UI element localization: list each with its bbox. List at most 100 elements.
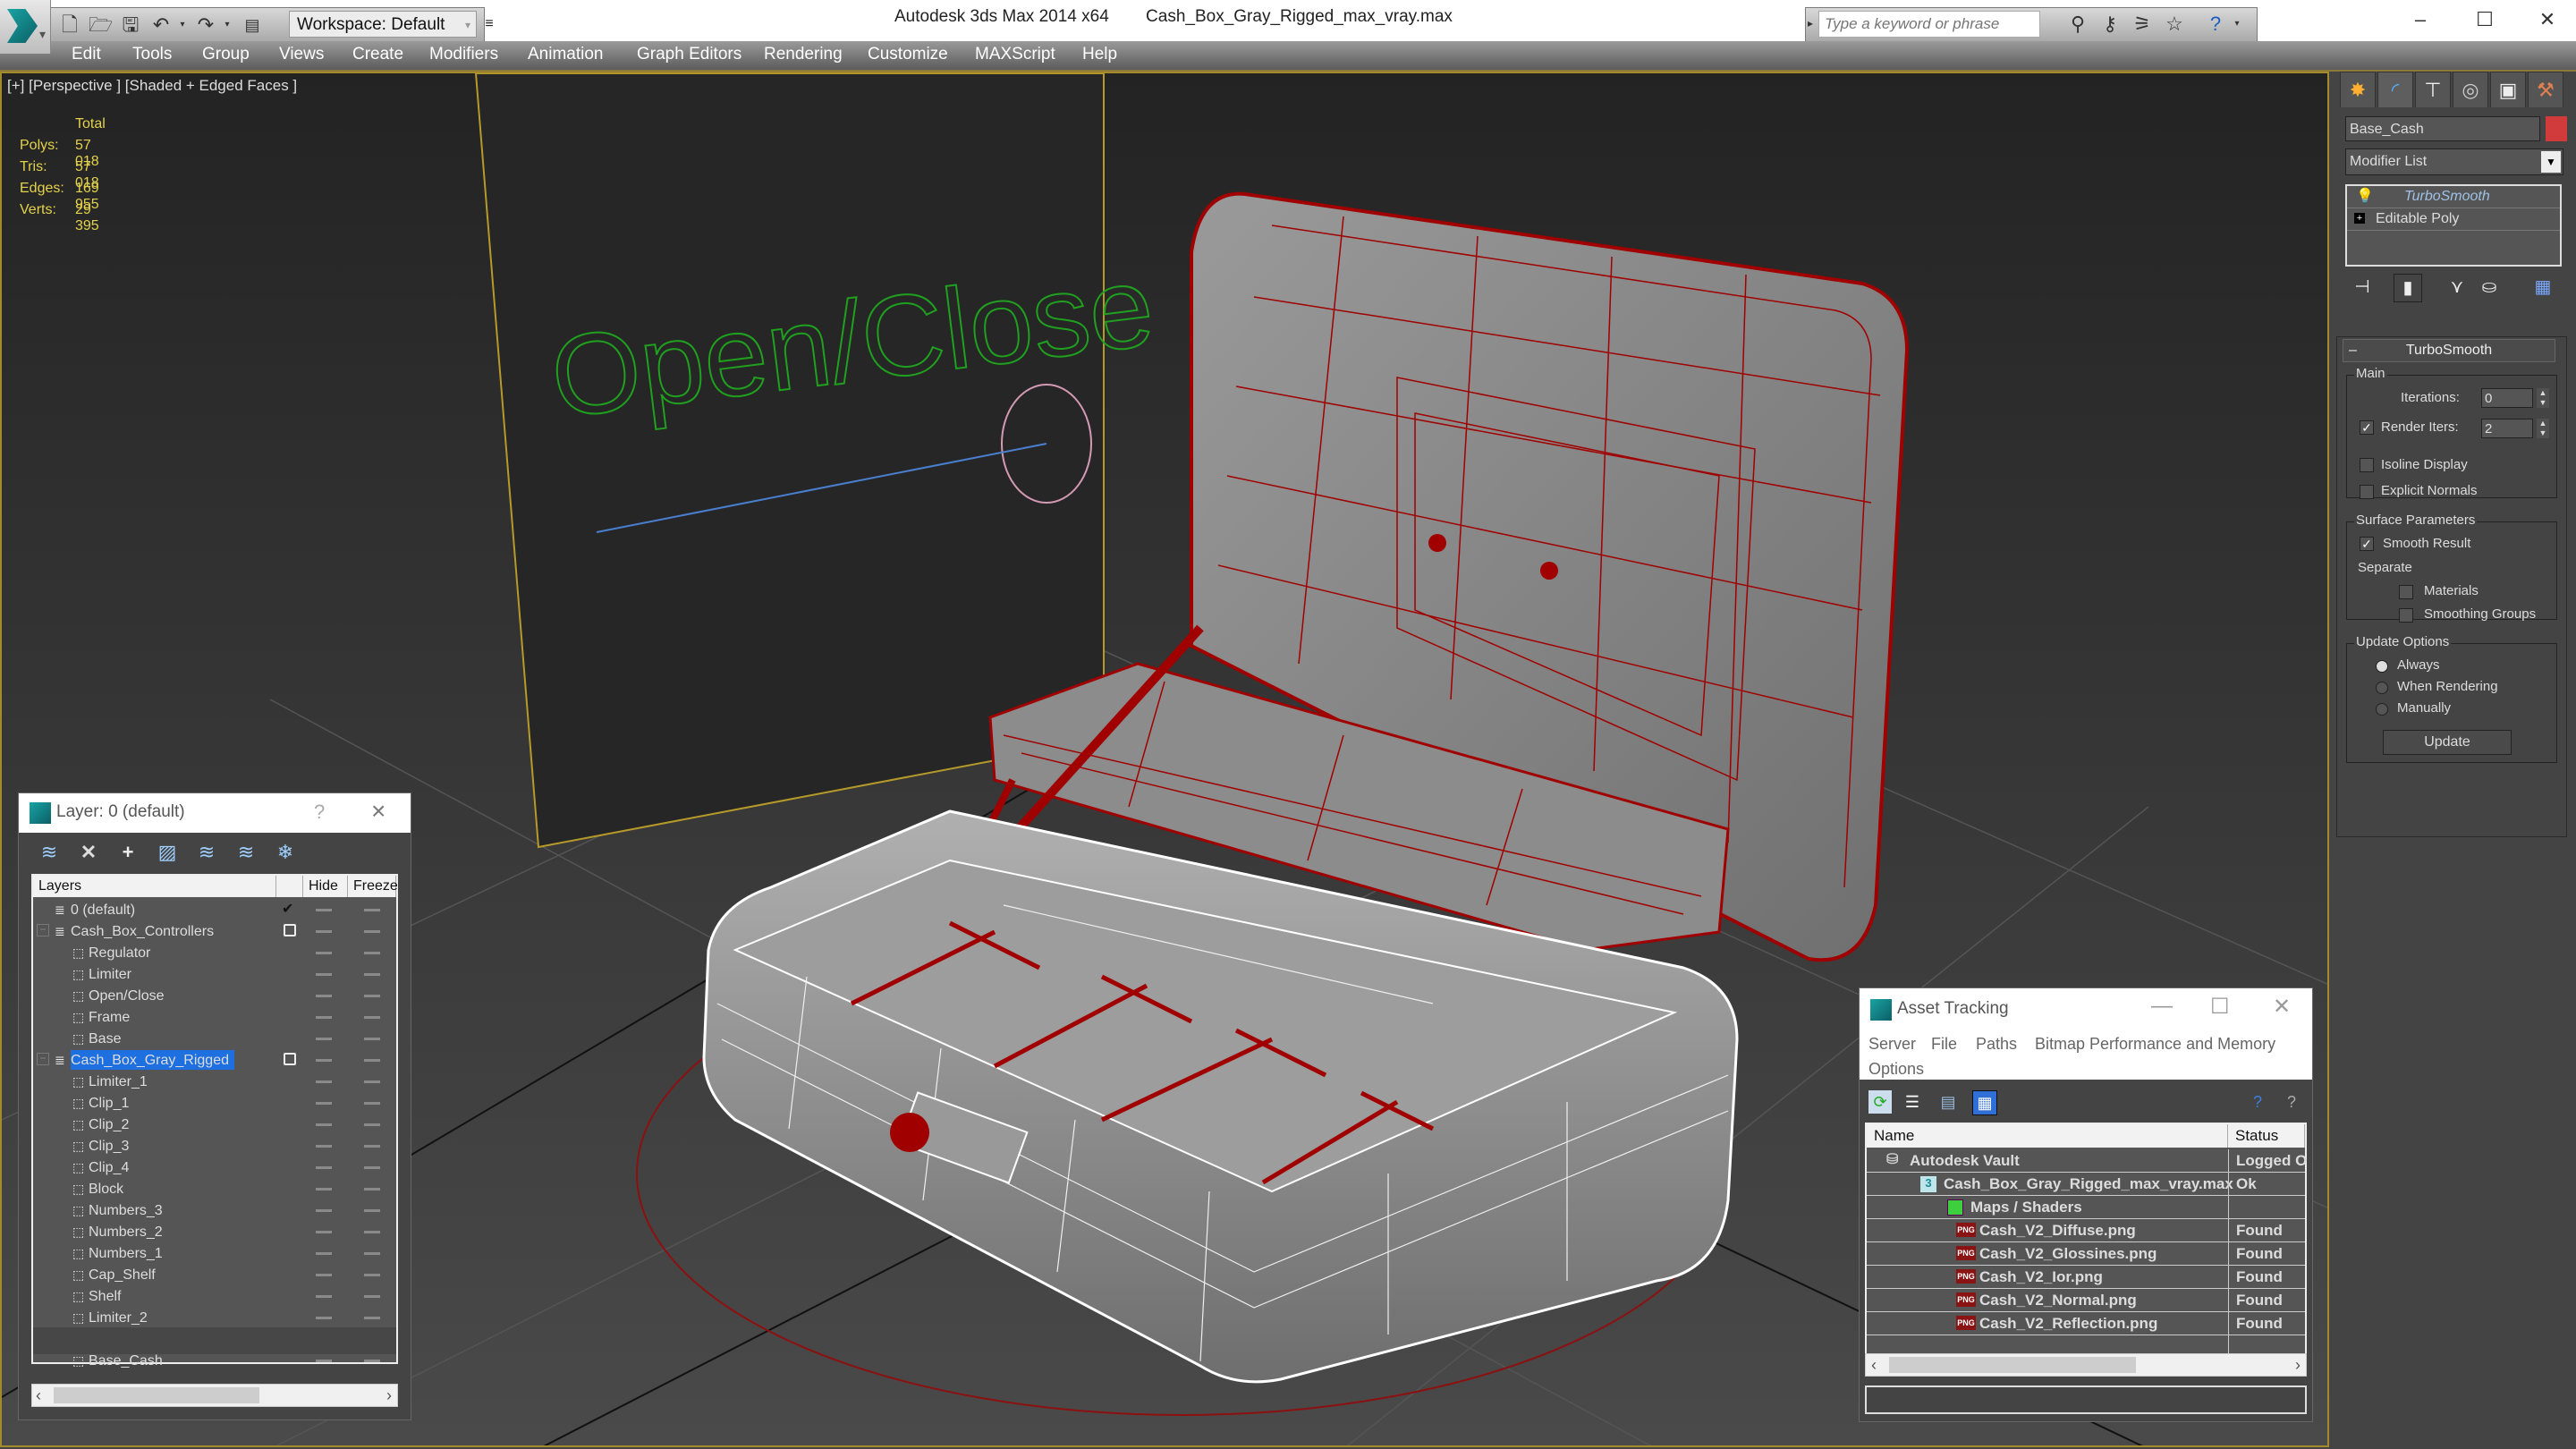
list-view-icon[interactable]: ☰ — [1901, 1090, 1924, 1114]
menu-modifiers[interactable]: Modifiers — [429, 45, 498, 64]
isoline-display-checkbox[interactable] — [2360, 458, 2374, 472]
binoculars-icon[interactable]: ⚲ — [2065, 12, 2090, 37]
layer-name[interactable]: Limiter — [89, 964, 137, 984]
viewport-label-menu[interactable]: [+] [Perspective ] [Shaded + Edged Faces… — [7, 77, 297, 95]
menu-maxscript[interactable]: MAXScript — [975, 45, 1055, 64]
layer-name[interactable]: Base — [89, 1029, 126, 1048]
hide-toggle[interactable] — [316, 1252, 332, 1255]
hide-toggle[interactable] — [316, 1016, 332, 1019]
stack-item-editable-poly[interactable]: + Editable Poly — [2347, 208, 2560, 231]
hide-toggle[interactable] — [316, 1166, 332, 1169]
layer-dialog-titlebar[interactable]: Layer: 0 (default) ? × — [19, 793, 411, 833]
workspace-dropdown[interactable]: Workspace: Default ▾ — [289, 11, 477, 38]
freeze-toggle[interactable] — [364, 952, 380, 954]
close-button[interactable]: × — [371, 797, 386, 826]
explicit-normals-checkbox[interactable] — [2360, 485, 2374, 499]
freeze-toggle[interactable] — [364, 1295, 380, 1298]
help-globe-icon[interactable]: ? — [2246, 1090, 2269, 1114]
redo-dropdown-icon[interactable]: ▾ — [216, 13, 239, 37]
freeze-toggle[interactable] — [364, 1231, 380, 1233]
set-current-box-icon[interactable] — [284, 924, 296, 936]
hide-toggle[interactable] — [316, 1188, 332, 1191]
layer-object-row[interactable]: ⬚ Numbers_2 — [33, 1221, 396, 1242]
hide-toggle[interactable] — [316, 1080, 332, 1083]
layer-name[interactable]: Cash_Box_Gray_Rigged — [71, 1050, 234, 1070]
layer-name[interactable]: Limiter_2 — [89, 1308, 153, 1327]
layer-object-row[interactable]: ⬚ Limiter_1 — [33, 1071, 396, 1092]
create-layer-icon[interactable]: ≋ — [37, 840, 62, 865]
freeze-toggle[interactable] — [364, 1317, 380, 1319]
update-button[interactable]: Update — [2383, 730, 2512, 755]
search-input[interactable] — [1818, 11, 2040, 38]
hide-toggle[interactable] — [316, 952, 332, 954]
menu-views[interactable]: Views — [279, 45, 324, 64]
freeze-toggle[interactable] — [364, 995, 380, 997]
project-folder-icon[interactable]: ▤ — [241, 13, 264, 37]
layer-name[interactable]: Numbers_3 — [89, 1200, 168, 1220]
asset-row[interactable]: 3 Cash_Box_Gray_Rigged_max_vray.max Ok — [1867, 1173, 2305, 1196]
layer-object-row[interactable]: ⬚ Frame — [33, 1006, 396, 1028]
freeze-toggle[interactable] — [364, 1209, 380, 1212]
modify-tab-icon[interactable]: ◜ — [2377, 72, 2413, 107]
layer-name[interactable]: Block — [89, 1179, 129, 1199]
satellite-icon[interactable]: ⚞ — [2130, 12, 2155, 37]
freeze-toggle[interactable] — [364, 1102, 380, 1105]
when-rendering-radio[interactable] — [2376, 682, 2388, 694]
layer-object-row[interactable]: ⬚ Clip_4 — [33, 1157, 396, 1178]
hide-toggle[interactable] — [316, 1102, 332, 1105]
layer-object-row[interactable]: ⬚ Clip_3 — [33, 1135, 396, 1157]
undo-icon[interactable]: ↶ — [149, 13, 173, 37]
layer-row[interactable]: ≣ 0 (default) ✔ — [33, 899, 396, 920]
undo-dropdown-icon[interactable]: ▾ — [171, 13, 194, 37]
layer-name[interactable]: 0 (default) — [71, 900, 140, 919]
menu-rendering[interactable]: Rendering — [764, 45, 843, 64]
menu-options[interactable]: Options — [1868, 1060, 1924, 1079]
spinner-arrows-icon[interactable]: ▲ ▼ — [2537, 388, 2549, 408]
display-tab-icon[interactable]: ▣ — [2490, 72, 2526, 107]
layer-object-row[interactable]: ⬚ Open/Close — [33, 985, 396, 1006]
column-name[interactable]: Name — [1867, 1124, 2228, 1148]
menu-server[interactable]: Server — [1868, 1035, 1916, 1054]
show-end-result-icon[interactable]: ▮ — [2394, 274, 2422, 302]
layer-name[interactable]: Frame — [89, 1007, 135, 1027]
star-icon[interactable]: ☆ — [2162, 12, 2187, 37]
layer-object-row[interactable]: ⬚ Block — [33, 1178, 396, 1199]
smoothing-groups-checkbox[interactable] — [2399, 608, 2413, 623]
freeze-toggle[interactable] — [364, 909, 380, 911]
freeze-toggle[interactable] — [364, 1016, 380, 1019]
scroll-right-icon[interactable]: › — [2295, 1356, 2301, 1375]
refresh-icon[interactable]: ⟳ — [1868, 1090, 1892, 1114]
minimize-button[interactable]: — — [2151, 994, 2173, 1019]
tree-view-icon[interactable]: ▤ — [1936, 1090, 1960, 1114]
spinner-arrows-icon[interactable]: ▲ ▼ — [2537, 419, 2549, 438]
menu-edit[interactable]: Edit — [72, 45, 101, 64]
iterations-spinner[interactable]: 0 — [2481, 388, 2533, 408]
collapse-icon[interactable]: − — [37, 924, 49, 936]
select-objects-icon[interactable]: ▨ — [155, 840, 180, 865]
layer-name[interactable]: Cap_Shelf — [89, 1265, 161, 1284]
layer-object-row[interactable]: ⬚ Clip_1 — [33, 1092, 396, 1114]
menu-customize[interactable]: Customize — [868, 45, 948, 64]
current-layer-check-icon[interactable]: ✔ — [282, 899, 293, 920]
freeze-toggle[interactable] — [364, 1123, 380, 1126]
layer-object-row[interactable]: ⬚ Numbers_1 — [33, 1242, 396, 1264]
object-name-field[interactable]: Base_Cash — [2345, 116, 2540, 141]
freeze-toggle[interactable] — [364, 973, 380, 976]
hide-toggle[interactable] — [316, 1360, 332, 1362]
hide-toggle[interactable] — [316, 909, 332, 911]
layer-object-row[interactable]: ⬚ Base — [33, 1028, 396, 1049]
scroll-left-icon[interactable]: ‹ — [1871, 1356, 1877, 1375]
horizontal-scrollbar[interactable]: ‹ › — [1865, 1353, 2307, 1377]
freeze-all-layers-icon[interactable]: ❄ — [273, 840, 298, 865]
freeze-toggle[interactable] — [364, 930, 380, 933]
column-freeze[interactable]: Freeze — [348, 876, 398, 897]
layer-name[interactable]: Cash_Box_Controllers — [71, 921, 219, 941]
column-layers[interactable]: Layers — [33, 876, 276, 897]
column-status[interactable]: Status — [2228, 1124, 2305, 1148]
hide-toggle[interactable] — [316, 1123, 332, 1126]
freeze-toggle[interactable] — [364, 1059, 380, 1062]
redo-icon[interactable]: ↷ — [194, 13, 217, 37]
hierarchy-tab-icon[interactable]: ⊤ — [2415, 72, 2451, 107]
remove-modifier-icon[interactable]: ⛀ — [2476, 274, 2503, 301]
configure-sets-icon[interactable]: ▦ — [2529, 274, 2556, 301]
